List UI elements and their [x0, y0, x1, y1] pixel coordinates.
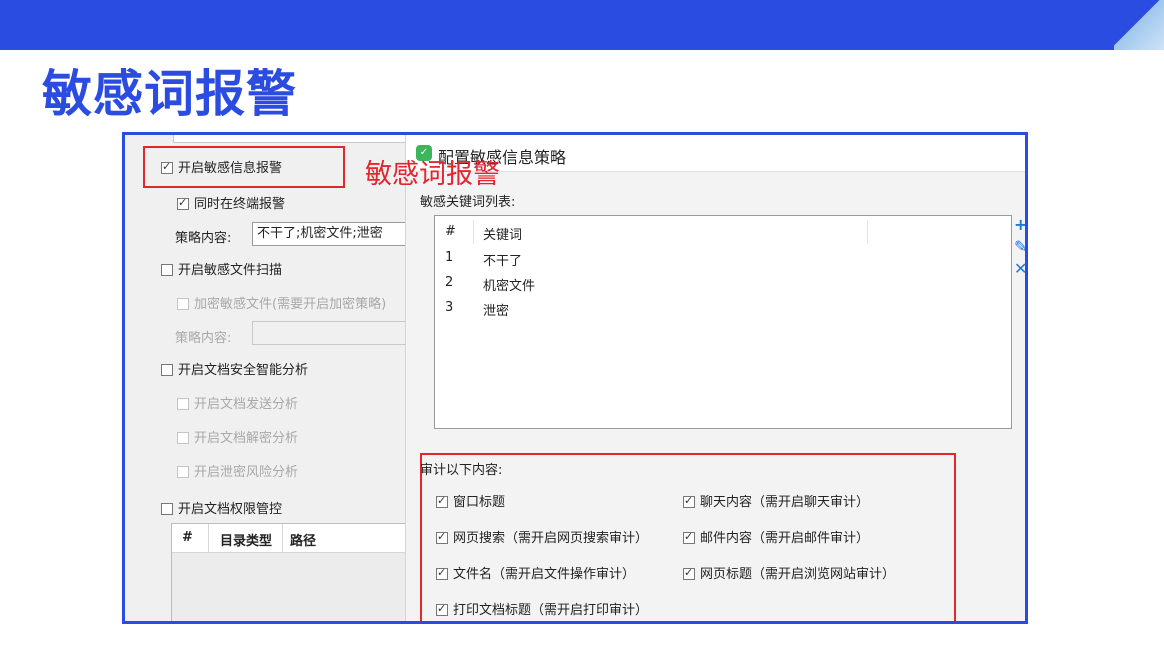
annotation-label: 敏感词报警	[365, 159, 500, 190]
audit-web-title-checkbox[interactable]	[683, 566, 695, 580]
policy-content-label: 策略内容:	[175, 231, 232, 246]
kw-col-separator	[867, 220, 868, 244]
list-item[interactable]: 3 泄密	[435, 296, 1011, 321]
settings-panel: 开启敏感信息报警 同时在终端报警 策略内容: 不干了;机密文件;泄密 开启敏感文…	[125, 135, 412, 621]
list-item[interactable]: 2 机密文件	[435, 271, 1011, 296]
doc-send-analysis-label: 开启文档发送分析	[194, 397, 299, 412]
enable-doc-permission-checkbox[interactable]	[161, 503, 173, 515]
keyword-actions: + ✎ ✕	[1014, 215, 1025, 281]
doc-decrypt-analysis-label: 开启文档解密分析	[194, 431, 299, 446]
audit-print-title[interactable]: 打印文档标题（需开启打印审计）	[436, 599, 648, 618]
kw-index: 2	[445, 275, 454, 290]
enable-doc-permission-row[interactable]: 开启文档权限管控	[161, 498, 282, 517]
doc-send-analysis-row: 开启文档发送分析	[177, 393, 298, 412]
audit-web-search-label: 网页搜索（需开启网页搜索审计）	[453, 531, 649, 546]
policy-content-field[interactable]: 不干了;机密文件;泄密	[252, 222, 412, 246]
keyword-list-label: 敏感关键词列表:	[420, 195, 516, 210]
encrypt-files-label: 加密敏感文件(需要开启加密策略)	[194, 297, 387, 312]
kw-word: 不干了	[483, 254, 523, 269]
edit-icon[interactable]: ✎	[1014, 237, 1025, 259]
dir-col-separator	[208, 524, 209, 552]
kw-index: 1	[445, 250, 454, 265]
encrypt-files-row: 加密敏感文件(需要开启加密策略)	[177, 293, 386, 312]
kw-col-index: #	[445, 224, 456, 239]
audit-chat-content-label: 聊天内容（需开启聊天审计）	[700, 495, 870, 510]
doc-decrypt-analysis-row: 开启文档解密分析	[177, 427, 298, 446]
encrypt-files-checkbox	[177, 298, 189, 310]
audit-print-title-label: 打印文档标题（需开启打印审计）	[453, 603, 649, 618]
top-banner	[0, 0, 1164, 50]
kw-col-word: 关键词	[483, 228, 523, 243]
terminal-alert-row[interactable]: 同时在终端报警	[177, 193, 285, 212]
enable-file-scan-label: 开启敏感文件扫描	[178, 263, 283, 278]
leak-risk-analysis-label: 开启泄密风险分析	[194, 465, 299, 480]
directory-table-header: # 目录类型 路径	[172, 524, 406, 553]
enable-alert-checkbox[interactable]	[161, 160, 173, 174]
enable-file-scan-checkbox[interactable]	[161, 264, 173, 276]
keyword-list-header: # 关键词	[435, 216, 1011, 246]
audit-file-name-checkbox[interactable]	[436, 566, 448, 580]
audit-file-name[interactable]: 文件名（需开启文件操作审计）	[436, 563, 635, 582]
policy-content-field-2	[252, 321, 412, 345]
kw-col-separator	[473, 220, 474, 244]
audit-window-title-label: 窗口标题	[453, 495, 506, 510]
audit-mail-content-label: 邮件内容（需开启邮件审计）	[700, 531, 870, 546]
page-title: 敏感词报警	[42, 65, 297, 123]
audit-mail-content-checkbox[interactable]	[683, 530, 695, 544]
audit-web-title-label: 网页标题（需开启浏览网站审计）	[700, 567, 896, 582]
kw-word: 机密文件	[483, 279, 536, 294]
list-item[interactable]: 1 不干了	[435, 246, 1011, 271]
enable-doc-analysis-label: 开启文档安全智能分析	[178, 363, 309, 378]
dir-col-index: #	[182, 530, 193, 545]
doc-send-analysis-checkbox	[177, 398, 189, 410]
dir-col-type: 目录类型	[220, 534, 273, 549]
screenshot-frame: 开启敏感信息报警 同时在终端报警 策略内容: 不干了;机密文件;泄密 开启敏感文…	[122, 132, 1028, 624]
enable-doc-analysis-checkbox[interactable]	[161, 364, 173, 376]
terminal-alert-label: 同时在终端报警	[194, 197, 286, 212]
add-icon[interactable]: +	[1014, 215, 1025, 237]
audit-file-name-label: 文件名（需开启文件操作审计）	[453, 567, 636, 582]
audit-web-title[interactable]: 网页标题（需开启浏览网站审计）	[683, 563, 895, 582]
terminal-alert-checkbox[interactable]	[177, 196, 189, 210]
policy-content-label-2: 策略内容:	[175, 331, 232, 346]
keyword-list[interactable]: # 关键词 1 不干了 2 机密文件 3 泄密	[434, 215, 1012, 429]
audit-web-search[interactable]: 网页搜索（需开启网页搜索审计）	[436, 527, 648, 546]
enable-file-scan-row[interactable]: 开启敏感文件扫描	[161, 259, 282, 278]
sensitive-policy-dialog: ✓ 配置敏感信息策略 敏感关键词列表: # 关键词 1 不干了 2 机密文件 3…	[405, 135, 1025, 621]
audit-window-title-checkbox[interactable]	[436, 494, 448, 508]
audit-label: 审计以下内容:	[420, 463, 503, 478]
enable-doc-analysis-row[interactable]: 开启文档安全智能分析	[161, 359, 308, 378]
audit-window-title[interactable]: 窗口标题	[436, 491, 505, 510]
leak-risk-analysis-checkbox	[177, 466, 189, 478]
audit-chat-content[interactable]: 聊天内容（需开启聊天审计）	[683, 491, 869, 510]
dir-col-path: 路径	[290, 534, 317, 549]
enable-doc-permission-label: 开启文档权限管控	[178, 502, 283, 517]
leak-risk-analysis-row: 开启泄密风险分析	[177, 461, 298, 480]
audit-print-title-checkbox[interactable]	[436, 602, 448, 616]
banner-corner-decoration	[1114, 0, 1164, 50]
audit-chat-content-checkbox[interactable]	[683, 494, 695, 508]
enable-alert-row[interactable]: 开启敏感信息报警	[161, 157, 282, 176]
enable-alert-label: 开启敏感信息报警	[178, 161, 283, 176]
partial-top-field	[173, 135, 409, 143]
dir-col-separator	[282, 524, 283, 552]
kw-word: 泄密	[483, 304, 510, 319]
audit-mail-content[interactable]: 邮件内容（需开启邮件审计）	[683, 527, 869, 546]
delete-icon[interactable]: ✕	[1014, 259, 1025, 281]
kw-index: 3	[445, 300, 454, 315]
directory-table[interactable]: # 目录类型 路径	[171, 523, 407, 621]
audit-web-search-checkbox[interactable]	[436, 530, 448, 544]
doc-decrypt-analysis-checkbox	[177, 432, 189, 444]
